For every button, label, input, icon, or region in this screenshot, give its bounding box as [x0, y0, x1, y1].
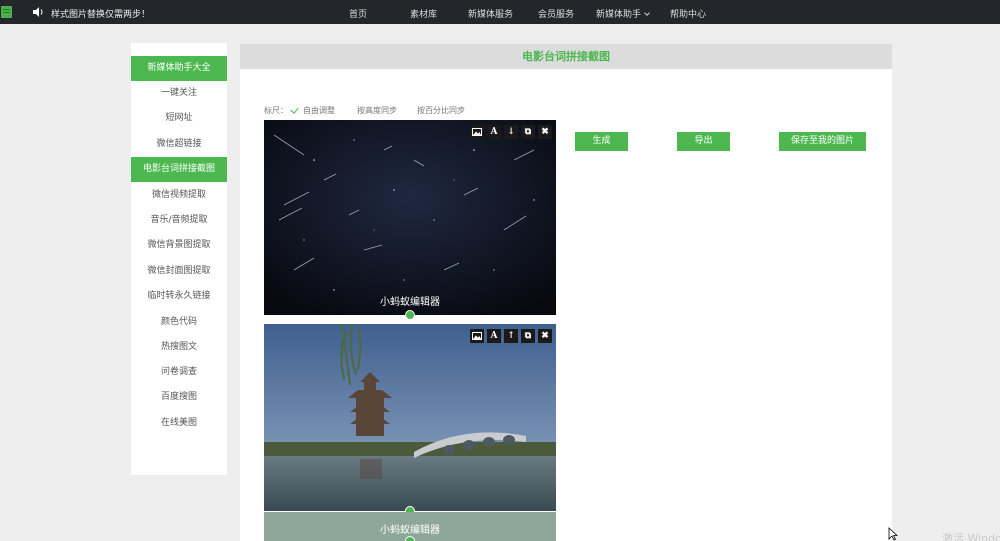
sidebar-item-survey[interactable]: 问卷调查	[131, 360, 227, 385]
save-to-my-images-button[interactable]: 保存至我的图片	[779, 132, 866, 151]
copy-icon[interactable]: ⧉	[521, 125, 535, 139]
ruler-option-free[interactable]: 自由调整	[303, 105, 335, 116]
activation-watermark: 激活 Windows	[942, 532, 1000, 541]
export-button[interactable]: 导出	[677, 132, 730, 151]
resize-handle-icon[interactable]	[405, 536, 415, 541]
text-icon[interactable]: A	[487, 329, 501, 343]
arrow-up-icon[interactable]: ↑	[504, 329, 518, 343]
sidebar-item-all-tools[interactable]: 新媒体助手大全	[131, 56, 227, 81]
sidebar-item-wechat-link[interactable]: 微信超链接	[131, 132, 227, 157]
sidebar-item-cover-extract[interactable]: 微信封面图提取	[131, 259, 227, 284]
frame-1-caption[interactable]: 小蚂蚁编辑器	[264, 293, 556, 308]
ruler-option-height[interactable]: 按高度同步	[357, 105, 397, 116]
image-icon[interactable]	[470, 329, 484, 343]
mouse-cursor-icon	[888, 527, 898, 541]
sidebar-item-baidu-image[interactable]: 百度搜图	[131, 385, 227, 410]
frame-2-image	[264, 324, 556, 511]
frame-1-toolbar: A ↓ ⧉ ✖	[470, 125, 552, 139]
top-navbar: 样式图片替换仅需两步！ 首页 素材库 新媒体服务 会员服务 新媒体助手 帮助中心	[0, 0, 1000, 24]
copy-icon[interactable]: ⧉	[521, 329, 535, 343]
sidebar-item-online-photo[interactable]: 在线美图	[131, 411, 227, 436]
sidebar-item-audio-extract[interactable]: 音乐/音频提取	[131, 208, 227, 233]
nav-media-assistant[interactable]: 新媒体助手	[596, 7, 650, 20]
ruler-option-percent[interactable]: 按百分比同步	[417, 105, 465, 116]
chevron-down-icon	[644, 10, 650, 16]
subtitle-frame-2[interactable]: A ↑ ⧉ ✖	[264, 324, 556, 511]
notice-text[interactable]: 样式图片替换仅需两步！	[51, 7, 150, 20]
sidebar-item-video-extract[interactable]: 微信视频提取	[131, 183, 227, 208]
nav-media-services[interactable]: 新媒体服务	[468, 7, 513, 20]
sidebar-item-hot-articles[interactable]: 热搜图文	[131, 335, 227, 360]
frame-1-image	[264, 120, 556, 315]
speaker-icon	[33, 7, 43, 17]
frame-3-caption[interactable]: 小蚂蚁编辑器	[264, 521, 556, 536]
sidebar-item-background-extract[interactable]: 微信背景图提取	[131, 233, 227, 258]
nav-materials[interactable]: 素材库	[410, 7, 437, 20]
sidebar-item-short-url[interactable]: 短网址	[131, 106, 227, 131]
nav-media-assistant-label: 新媒体助手	[596, 10, 642, 20]
subtitle-frame-1[interactable]: A ↓ ⧉ ✖ 小蚂蚁编辑器	[264, 120, 556, 315]
sidebar-item-color-code[interactable]: 颜色代码	[131, 310, 227, 335]
ruler-label: 标尺：	[264, 106, 288, 115]
sidebar: 新媒体助手大全 一键关注 短网址 微信超链接 电影台词拼接截图 微信视频提取 音…	[131, 43, 227, 475]
frame-2-toolbar: A ↑ ⧉ ✖	[470, 329, 552, 343]
generate-button[interactable]: 生成	[575, 132, 628, 151]
resize-handle-icon[interactable]	[405, 310, 415, 320]
sidebar-item-permanent-link[interactable]: 临时转永久链接	[131, 284, 227, 309]
sidebar-item-follow[interactable]: 一键关注	[131, 81, 227, 106]
nav-membership[interactable]: 会员服务	[538, 7, 574, 20]
sidebar-item-movie-subtitle[interactable]: 电影台词拼接截图	[131, 157, 227, 182]
close-icon[interactable]: ✖	[538, 125, 552, 139]
text-icon[interactable]: A	[487, 125, 501, 139]
page-title: 电影台词拼接截图	[240, 44, 892, 69]
logo-icon[interactable]	[1, 6, 12, 18]
nav-home[interactable]: 首页	[349, 7, 367, 20]
image-icon[interactable]	[470, 125, 484, 139]
close-icon[interactable]: ✖	[538, 329, 552, 343]
nav-help[interactable]: 帮助中心	[670, 7, 706, 20]
arrow-down-icon[interactable]: ↓	[504, 125, 518, 139]
